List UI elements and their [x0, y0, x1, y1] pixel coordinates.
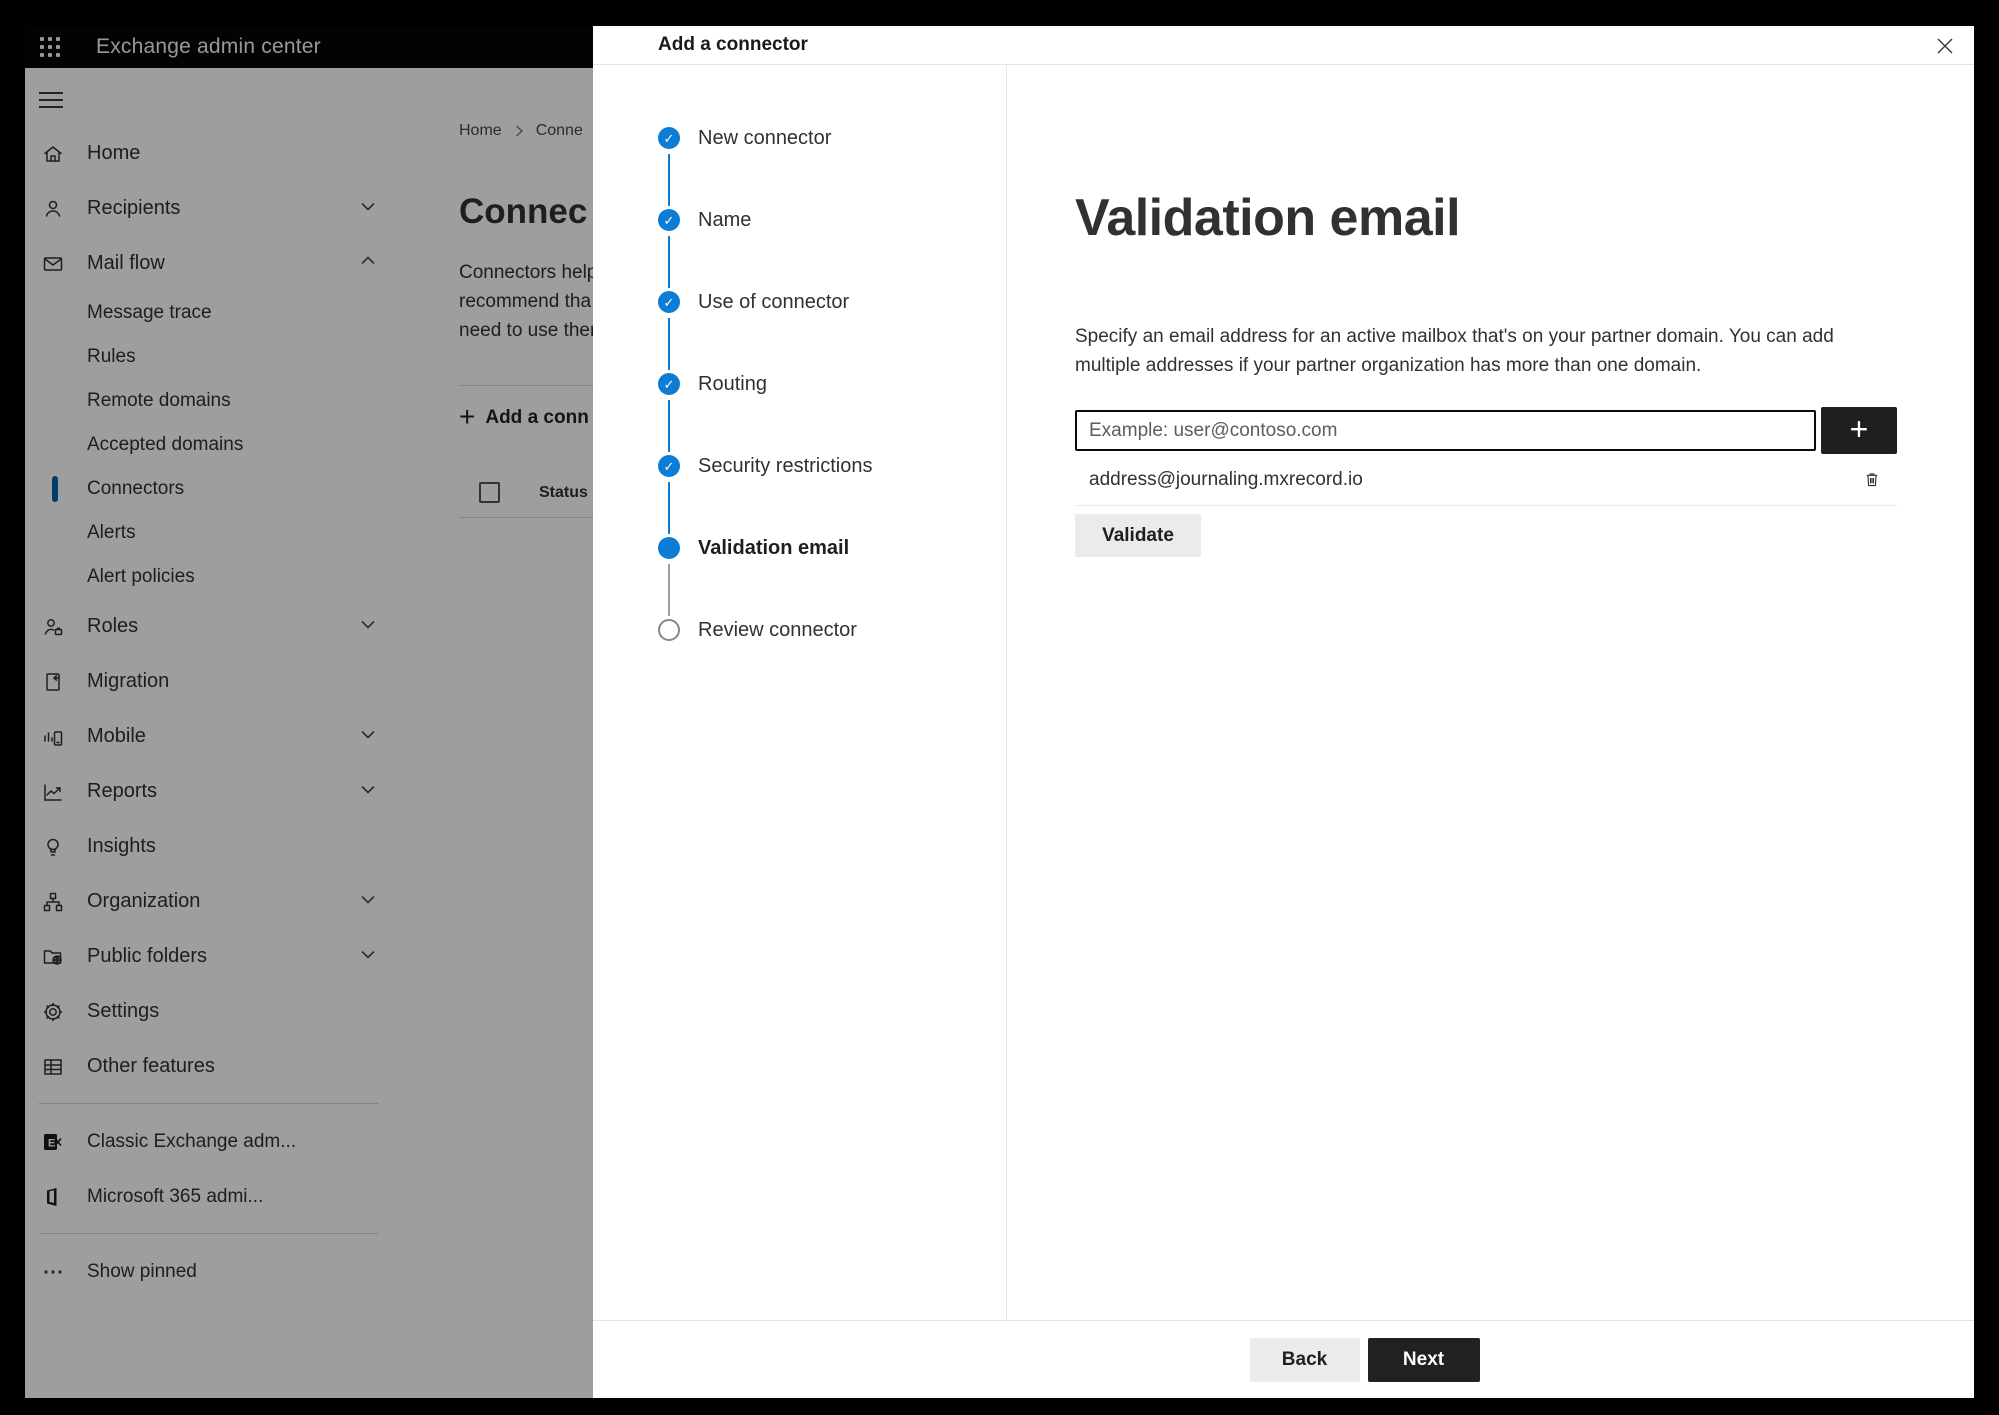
added-address: address@journaling.mxrecord.io	[1089, 468, 1363, 490]
dialog-header: Add a connector	[593, 26, 1974, 65]
step-connector-line	[668, 236, 670, 288]
step-label: Use of connector	[698, 291, 850, 313]
check-icon: ✓	[663, 130, 675, 146]
dialog-title: Add a connector	[658, 34, 808, 55]
step-connector-line	[668, 318, 670, 370]
step-label: Validation email	[698, 537, 850, 559]
step-completed-icon: ✓	[658, 127, 680, 149]
dialog-content: Validation email Specify an email addres…	[1007, 65, 1974, 1320]
screenshot-frame: Exchange admin center Home Recipients Ma…	[0, 0, 1999, 1415]
step-use-of-connector[interactable]: ✓ Use of connector	[593, 291, 1006, 373]
app-window: Exchange admin center Home Recipients Ma…	[25, 26, 1974, 1398]
step-security-restrictions[interactable]: ✓ Security restrictions	[593, 455, 1006, 537]
check-icon: ✓	[663, 294, 675, 310]
step-label: Name	[698, 209, 752, 231]
content-heading: Validation email	[1075, 189, 1461, 247]
step-connector-line	[668, 400, 670, 452]
check-icon: ✓	[663, 458, 675, 474]
step-current-icon	[658, 537, 680, 559]
step-upcoming-icon	[658, 619, 680, 641]
trash-icon[interactable]	[1857, 465, 1887, 495]
step-completed-icon: ✓	[658, 455, 680, 477]
step-completed-icon: ✓	[658, 373, 680, 395]
step-connector-line	[668, 154, 670, 206]
back-button[interactable]: Back	[1249, 1337, 1360, 1382]
validation-email-input[interactable]	[1075, 410, 1816, 451]
add-email-button[interactable]: +	[1821, 407, 1897, 454]
step-label: Routing	[698, 373, 767, 395]
step-validation-email[interactable]: Validation email	[593, 537, 1006, 619]
check-icon: ✓	[663, 212, 675, 228]
step-label: New connector	[698, 127, 832, 149]
step-new-connector[interactable]: ✓ New connector	[593, 127, 1006, 209]
step-completed-icon: ✓	[658, 291, 680, 313]
step-label: Security restrictions	[698, 455, 873, 477]
step-label: Review connector	[698, 619, 857, 641]
step-connector-line	[668, 482, 670, 534]
next-button[interactable]: Next	[1367, 1337, 1480, 1382]
step-routing[interactable]: ✓ Routing	[593, 373, 1006, 455]
dialog-footer: Back Next	[593, 1320, 1974, 1398]
step-name[interactable]: ✓ Name	[593, 209, 1006, 291]
check-icon: ✓	[663, 376, 675, 392]
content-description: Specify an email address for an active m…	[1075, 326, 1834, 376]
wizard-steps: ✓ New connector ✓ Name ✓ Use of connecto…	[593, 65, 1007, 1320]
step-review-connector[interactable]: Review connector	[593, 619, 1006, 701]
step-completed-icon: ✓	[658, 209, 680, 231]
added-address-row: address@journaling.mxrecord.io	[1075, 454, 1897, 506]
validate-button[interactable]: Validate	[1075, 514, 1201, 557]
email-input-row: +	[1075, 407, 1897, 454]
dialog-body: ✓ New connector ✓ Name ✓ Use of connecto…	[593, 65, 1974, 1320]
add-connector-dialog: Add a connector ✓ New connector ✓ Name ✓…	[593, 26, 1974, 1398]
close-icon[interactable]	[1932, 33, 1958, 59]
step-connector-line	[668, 564, 670, 616]
plus-icon: +	[1849, 411, 1869, 447]
